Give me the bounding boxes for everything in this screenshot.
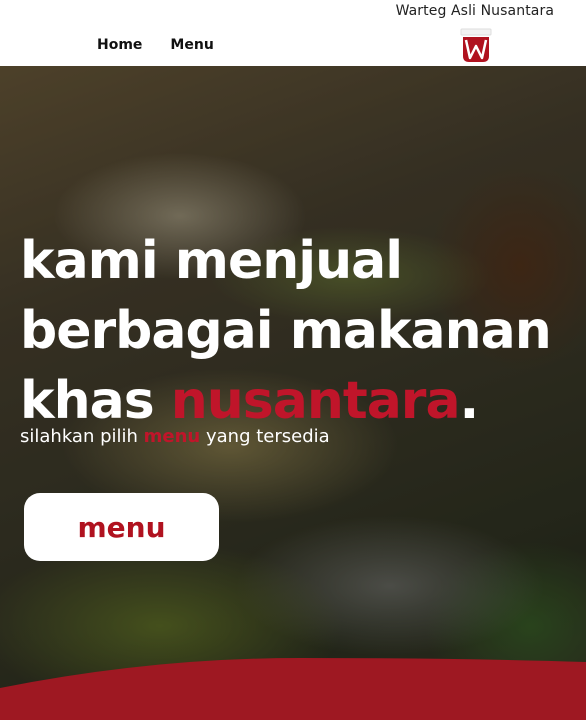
nav-home-link[interactable]: Home bbox=[97, 37, 142, 53]
main-nav: Home Menu bbox=[97, 37, 214, 53]
hero-subtitle: silahkan pilih menu yang tersedia bbox=[20, 426, 330, 447]
headline-line-2: berbagai makanan bbox=[20, 301, 552, 361]
headline-line-1: kami menjual bbox=[20, 231, 403, 291]
headline-line-3-prefix: khas bbox=[20, 371, 171, 431]
subtitle-accent: menu bbox=[143, 426, 201, 447]
headline-accent: nusantara bbox=[170, 371, 461, 431]
nav-menu-link[interactable]: Menu bbox=[170, 37, 213, 53]
site-header: Warteg Asli Nusantara Home Menu bbox=[0, 0, 586, 66]
headline-period: . bbox=[459, 371, 480, 431]
subtitle-prefix: silahkan pilih bbox=[20, 426, 144, 447]
hero-headline: kami menjual berbagai makanan khas nusan… bbox=[20, 226, 552, 436]
menu-button[interactable]: menu bbox=[24, 493, 219, 561]
bottom-wave bbox=[0, 658, 586, 720]
subtitle-suffix: yang tersedia bbox=[200, 426, 330, 447]
brand-title: Warteg Asli Nusantara bbox=[395, 3, 554, 19]
warteg-w-logo-icon[interactable] bbox=[460, 28, 492, 64]
